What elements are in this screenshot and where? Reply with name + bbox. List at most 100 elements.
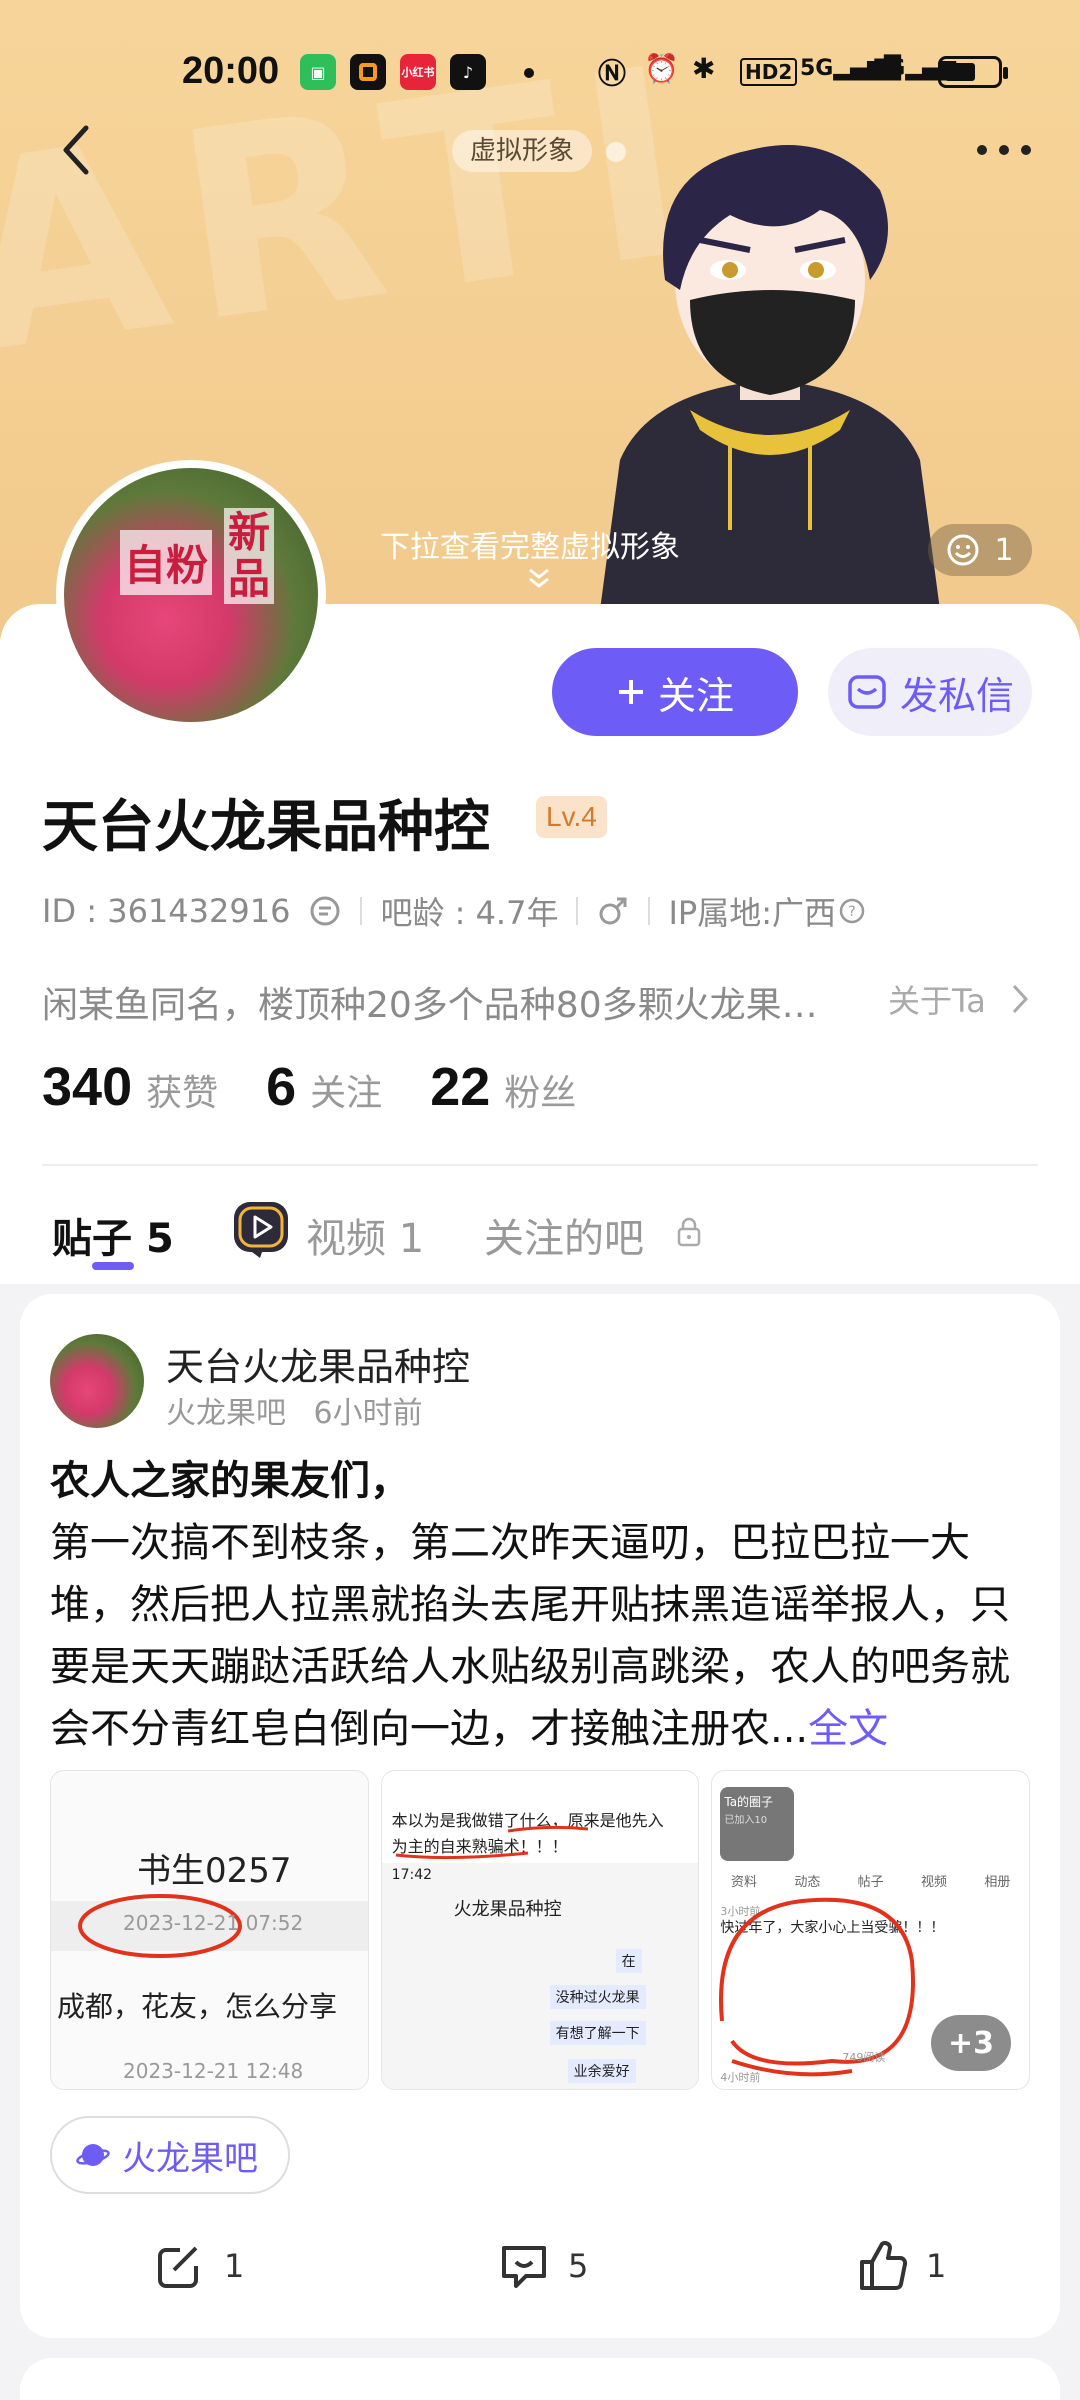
more-options-icon[interactable]: [974, 132, 1034, 168]
orange-square-app-icon: [350, 54, 386, 90]
post-forum[interactable]: 火龙果吧: [166, 1396, 286, 1431]
meta-separator: [648, 897, 651, 925]
stat-following[interactable]: 6 关注: [266, 1056, 382, 1118]
planet-icon: [76, 2144, 110, 2166]
lock-icon: [677, 1217, 701, 1247]
follow-label: 关注: [657, 673, 734, 718]
help-circle-icon[interactable]: ?: [838, 897, 866, 925]
pull-down-hint: 下拉查看完整虚拟形象: [380, 530, 680, 565]
profile-bio[interactable]: 闲某鱼同名，楼顶种20多个品种80多颗火龙果…: [42, 976, 1032, 1028]
share-action[interactable]: 1: [152, 2238, 244, 2294]
profile-tabs: 贴子 5 视频 1 关注的吧: [0, 1196, 1080, 1276]
profile-username: 天台火龙果品种控: [42, 795, 490, 860]
status-bar: 20:00 ▣ 小红书 ♪ Ⓝ ⏰ ✱ HD2 5G▂▄▆█ 5G▂▄▆: [0, 40, 1080, 104]
about-link[interactable]: 关于Ta: [888, 976, 986, 1022]
active-tab-indicator: [92, 1262, 134, 1270]
post-full-text-link[interactable]: 全文: [808, 1706, 888, 1752]
thumb1-date1: 2023-12-21 07:52: [123, 1911, 304, 1935]
post-image-2[interactable]: 本以为是我做错了什么，原来是他先入 为主的自来熟骗术！！！ 17:42 火龙果品…: [380, 1770, 700, 2090]
stat-likes[interactable]: 340 获赞: [42, 1056, 218, 1118]
chevron-right-icon[interactable]: [1010, 982, 1030, 1016]
meta-separator: [360, 897, 363, 925]
comment-action[interactable]: 5: [496, 2238, 588, 2294]
thumb2-bubble-1: 在: [615, 1949, 642, 1973]
video-play-icon: [234, 1202, 288, 1258]
private-message-button[interactable]: 发私信: [828, 648, 1032, 736]
follow-button[interactable]: 关注: [552, 648, 798, 736]
avatar-like-badge[interactable]: 1: [928, 524, 1032, 576]
share-count: 1: [224, 2247, 245, 2285]
hd-icon: HD2: [740, 58, 798, 86]
post-card[interactable]: 天台火龙果品种控 火龙果吧 6小时前 农人之家的果友们， 第一次搞不到枝条，第二…: [20, 1294, 1060, 2338]
notification-dot: [524, 68, 534, 78]
next-post-card[interactable]: [20, 2358, 1060, 2400]
thumb1-date2: 2023-12-21 12:48: [123, 2059, 304, 2083]
comment-count: 5: [568, 2247, 589, 2285]
more-images-badge[interactable]: +3: [931, 2015, 1012, 2071]
thumb3-views: 749阅读: [842, 2051, 886, 2064]
double-chevron-down-icon: [529, 568, 549, 588]
comment-icon: [502, 2246, 546, 2288]
thumb2-clock: 17:42: [391, 1867, 433, 1883]
red-scribble-annotation: [719, 1897, 916, 2077]
like-count: 1: [926, 2247, 947, 2285]
bluetooth-icon: ✱: [692, 52, 716, 85]
smile-icon: [947, 534, 979, 566]
tab-posts-label: 贴子: [52, 1216, 132, 1262]
avatar-text-2: 新品: [224, 508, 274, 604]
tab-videos[interactable]: 视频 1: [306, 1206, 424, 1264]
copy-id-icon[interactable]: [308, 894, 342, 928]
message-label: 发私信: [899, 673, 1014, 718]
section-divider: [42, 1164, 1038, 1166]
thumb2-bubble-4: 业余爱好: [567, 2059, 636, 2083]
post-headline: 农人之家的果友们，: [50, 1458, 410, 1504]
post-meta: 火龙果吧 6小时前: [166, 1388, 423, 1432]
post-image-1[interactable]: 书生0257 2023-12-21 07:52 成都，花友，怎么分享 2023-…: [50, 1770, 369, 2090]
tab-posts[interactable]: 贴子 5: [52, 1206, 174, 1264]
post-images: 书生0257 2023-12-21 07:52 成都，花友，怎么分享 2023-…: [50, 1770, 1031, 2090]
post-content[interactable]: 农人之家的果友们， 第一次搞不到枝条，第二次昨天逼叨，巴拉巴拉一大堆，然后把人拉…: [50, 1450, 1040, 1760]
avatar-text-1: 自粉: [120, 530, 213, 595]
nfc-icon: Ⓝ: [598, 57, 627, 90]
post-actions: 1 5 1: [20, 2230, 1060, 2310]
stat-followers[interactable]: 22 粉丝: [430, 1056, 576, 1118]
forum-chip[interactable]: 火龙果吧: [50, 2116, 290, 2194]
post-author-avatar[interactable]: [50, 1334, 144, 1428]
virtual-avatar-tag[interactable]: 虚拟形象: [452, 130, 593, 172]
user-level-badge[interactable]: Lv.4: [536, 796, 607, 838]
battery-icon: [938, 56, 1008, 88]
share-icon: [158, 2246, 198, 2288]
thumb1-message: 成都，花友，怎么分享: [57, 1990, 338, 2023]
bar-age: 吧龄 : 4.7年: [380, 894, 559, 932]
like-action[interactable]: 1: [854, 2238, 946, 2294]
user-id: ID : 361432916: [42, 892, 291, 930]
post-image-3[interactable]: Ta的圈子 已加入10 资料 动态 帖子 视频 相册 3小时前 快过年了，大家小…: [711, 1770, 1031, 2090]
profile-stats: 340 获赞 6 关注 22 粉丝: [42, 1056, 576, 1118]
thumb2-bubble-3: 有想了解一下: [549, 2021, 646, 2045]
thumb2-title: 火龙果品种控: [453, 1899, 562, 1920]
xiaohongshu-app-icon: 小红书: [400, 54, 436, 90]
tiktok-app-icon: ♪: [450, 54, 486, 90]
forum-chip-label: 火龙果吧: [122, 2138, 258, 2179]
red-underline-annotation: [395, 1825, 588, 1860]
avatar-like-count: 1: [994, 532, 1014, 568]
post-author-name[interactable]: 天台火龙果品种控: [166, 1336, 470, 1391]
profile-meta-row: ID : 361432916 吧龄 : 4.7年 IP属地:广西 ?: [42, 888, 866, 934]
green-bag-app-icon: ▣: [300, 54, 336, 90]
profile-avatar[interactable]: 自粉 新品: [56, 460, 326, 730]
back-arrow-icon[interactable]: [56, 118, 104, 182]
thumb3-circle: Ta的圈子: [724, 1795, 774, 1809]
male-gender-icon: [599, 897, 627, 925]
svg-text:?: ?: [848, 904, 855, 920]
thumbs-up-icon: [860, 2241, 908, 2290]
thumb3-time2: 4小时前: [720, 2071, 761, 2084]
message-envelope-icon: [848, 675, 886, 709]
post-time: 6小时前: [313, 1396, 423, 1431]
status-time: 20:00: [182, 50, 280, 92]
ip-location: IP属地:广西: [668, 894, 836, 932]
plus-icon: [618, 680, 643, 704]
tab-followed-bars[interactable]: 关注的吧: [484, 1206, 644, 1264]
tab-posts-count: 5: [145, 1216, 174, 1262]
meta-separator: [576, 897, 579, 925]
thumb2-bubble-2: 没种过火龙果: [549, 1985, 646, 2009]
